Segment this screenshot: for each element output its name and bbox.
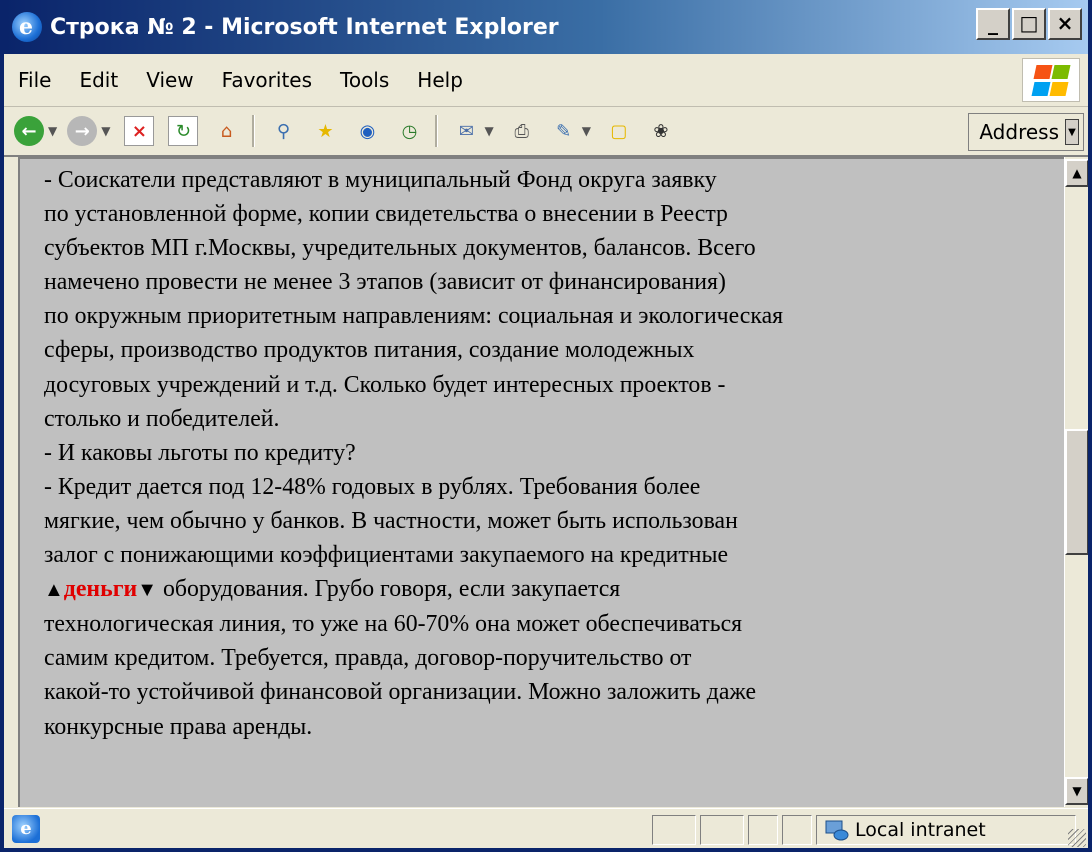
back-dropdown-icon[interactable]: ▼ <box>48 124 57 138</box>
address-label: Address <box>979 120 1059 144</box>
text-line: залог с понижающими коэффициентами закуп… <box>44 542 729 569</box>
status-pane <box>652 815 696 845</box>
refresh-icon[interactable]: ↻ <box>168 116 199 146</box>
zone-label: Local intranet <box>855 819 986 841</box>
text-line: конкурсные права аренды. <box>44 713 313 740</box>
window-title: Строка № 2 - Microsoft Internet Explorer <box>50 14 559 40</box>
status-pane <box>700 815 744 845</box>
edit-dropdown-icon[interactable]: ▼ <box>582 124 591 138</box>
messenger-icon[interactable]: ❀ <box>647 117 675 145</box>
caption-buttons: _ □ × <box>974 8 1082 40</box>
back-icon[interactable]: ← <box>14 116 44 146</box>
vertical-scrollbar[interactable]: ▲ ▼ <box>1064 157 1088 807</box>
toolbar-separator <box>435 115 439 147</box>
mail-icon[interactable]: ✉ <box>452 117 480 145</box>
menu-edit[interactable]: Edit <box>79 68 118 92</box>
page-content: - Соискатели представляют в муниципальны… <box>18 157 1066 807</box>
menu-help[interactable]: Help <box>417 68 463 92</box>
forward-dropdown-icon[interactable]: ▼ <box>101 124 110 138</box>
status-panes: Local intranet <box>652 815 1080 845</box>
text-line: намечено провести не менее 3 этапов (зав… <box>44 269 726 296</box>
scroll-thumb[interactable] <box>1065 429 1088 555</box>
browser-window: e Строка № 2 - Microsoft Internet Explor… <box>0 0 1092 852</box>
page-status-icon: e <box>12 815 40 843</box>
text-line: технологическая линия, то уже на 60-70% … <box>44 611 743 638</box>
text-line: - И каковы льготы по кредиту? <box>44 439 356 466</box>
triangle-down-icon[interactable]: ▼ <box>137 579 157 601</box>
text-line: по установленной форме, копии свидетельс… <box>44 201 728 228</box>
text-line: самим кредитом. Требуется, правда, догов… <box>44 645 692 672</box>
triangle-up-icon[interactable]: ▲ <box>44 579 64 601</box>
menu-file[interactable]: File <box>18 68 51 92</box>
menu-tools[interactable]: Tools <box>340 68 389 92</box>
status-pane <box>782 815 812 845</box>
media-icon[interactable]: ◉ <box>353 117 381 145</box>
history-icon[interactable]: ◷ <box>395 117 423 145</box>
address-bar[interactable]: Address ▼ <box>968 113 1084 151</box>
ie-logo-icon: e <box>12 12 42 42</box>
maximize-button[interactable]: □ <box>1012 8 1046 40</box>
title-bar[interactable]: e Строка № 2 - Microsoft Internet Explor… <box>4 0 1088 54</box>
print-icon[interactable]: ⎙ <box>508 117 536 145</box>
text-line: сферы, производство продуктов питания, с… <box>44 337 695 364</box>
menu-favorites[interactable]: Favorites <box>222 68 312 92</box>
text-line: мягкие, чем обычно у банков. В частности… <box>44 507 738 534</box>
security-zone[interactable]: Local intranet <box>816 815 1076 845</box>
standard-toolbar: ← ▼ → ▼ × ↻ ⌂ ⚲ ★ ◉ ◷ ✉ ▼ ⎙ ✎ ▼ ▢ ❀ Addr… <box>4 107 1088 157</box>
text-line: - Соискатели представляют в муниципальны… <box>44 167 717 193</box>
discuss-icon[interactable]: ▢ <box>605 117 633 145</box>
menu-view[interactable]: View <box>146 68 193 92</box>
highlight-line: ▲деньги▼ оборудования. Грубо говоря, есл… <box>44 572 1054 607</box>
scroll-up-button[interactable]: ▲ <box>1065 159 1088 187</box>
favorites-icon[interactable]: ★ <box>311 117 339 145</box>
resize-grip[interactable] <box>1068 829 1086 847</box>
text-line: - Кредит дается под 12-48% годовых в руб… <box>44 473 701 500</box>
mail-dropdown-icon[interactable]: ▼ <box>484 124 493 138</box>
close-button[interactable]: × <box>1048 8 1082 40</box>
status-bar: e Local intranet <box>4 808 1088 848</box>
home-icon[interactable]: ⌂ <box>212 117 240 145</box>
intranet-zone-icon <box>825 820 849 841</box>
text-line: досуговых учреждений и т.д. Сколько буде… <box>44 371 726 398</box>
text-line: по окружным приоритетным направлениям: с… <box>44 303 784 330</box>
stop-icon[interactable]: × <box>124 116 155 146</box>
highlight-line-rest: оборудования. Грубо говоря, если закупае… <box>157 576 621 603</box>
windows-logo-icon <box>1022 58 1080 102</box>
address-dropdown-icon[interactable]: ▼ <box>1065 119 1079 145</box>
toolbar-separator <box>252 115 256 147</box>
forward-icon[interactable]: → <box>67 116 98 146</box>
text-line: субъектов МП г.Москвы, учредительных док… <box>44 235 756 262</box>
text-line: столько и победителей. <box>44 405 280 432</box>
scroll-down-button[interactable]: ▼ <box>1065 777 1088 805</box>
status-pane <box>748 815 778 845</box>
menu-bar: File Edit View Favorites Tools Help <box>4 54 1088 107</box>
highlight-word[interactable]: деньги <box>64 576 137 602</box>
search-icon[interactable]: ⚲ <box>269 117 297 145</box>
article-text: - Соискатели представляют в муниципальны… <box>44 163 1054 744</box>
text-line: какой-то устойчивой финансовой организац… <box>44 679 757 706</box>
minimize-button[interactable]: _ <box>976 8 1010 40</box>
edit-icon[interactable]: ✎ <box>550 117 578 145</box>
